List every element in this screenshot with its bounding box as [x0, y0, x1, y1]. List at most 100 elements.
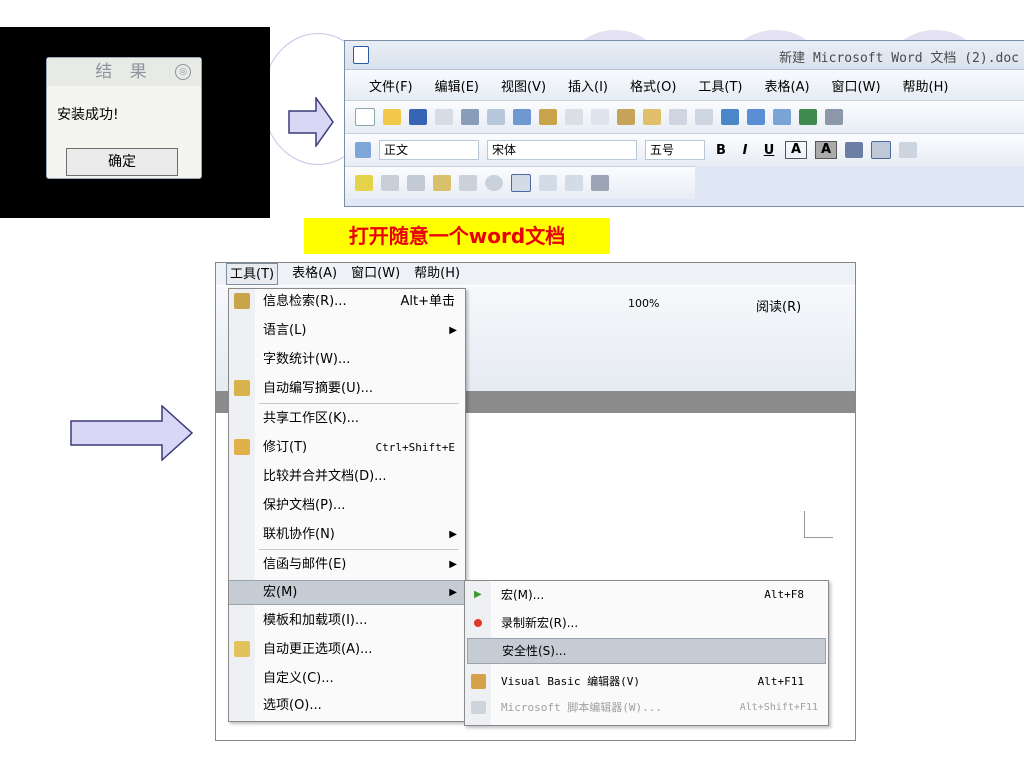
menu-item-customize[interactable]: 自定义(C)... [229, 666, 465, 691]
research-icon [234, 293, 250, 309]
research-icon[interactable] [539, 109, 557, 125]
menu-item-shared-workspace[interactable]: 共享工作区(K)... [229, 406, 465, 431]
align-right-icon[interactable] [565, 175, 583, 191]
insert-table-icon[interactable] [773, 109, 791, 125]
close-icon[interactable]: ◎ [175, 64, 191, 80]
italic-button[interactable]: I [737, 143, 753, 158]
columns-icon[interactable] [825, 109, 843, 125]
enclosed-char-icon[interactable] [381, 175, 399, 191]
menu-item-label: 宏(M)... [501, 588, 545, 602]
menu-item-label: 保护文档(P)... [263, 498, 346, 513]
char-shading-button[interactable]: A [815, 141, 837, 159]
highlight-icon[interactable] [355, 175, 373, 191]
menu-help[interactable]: 帮助(H) [414, 263, 460, 285]
circle-char-icon[interactable] [485, 175, 503, 191]
strikethrough-icon[interactable] [407, 175, 425, 191]
align-justify-icon[interactable] [871, 141, 891, 159]
page-corner-mark [804, 511, 833, 538]
menu-edit[interactable]: 编辑(E) [435, 76, 479, 95]
submenu-arrow-icon: ▶ [449, 559, 457, 570]
ok-button[interactable]: 确定 [66, 148, 178, 176]
menu-item-track-changes[interactable]: 修订(T) Ctrl+Shift+E [229, 435, 465, 460]
menu-item-label: 自动更正选项(A)... [263, 642, 373, 657]
print-icon[interactable] [461, 109, 479, 125]
submenu-item-security[interactable]: 安全性(S)... [467, 638, 826, 664]
submenu-item-macros[interactable]: ▶ 宏(M)... Alt+F8 [465, 582, 828, 608]
menu-window[interactable]: 窗口(W) [832, 76, 881, 95]
char-scaling-icon[interactable] [845, 142, 863, 158]
save-icon[interactable] [409, 109, 427, 125]
columns-icon[interactable] [591, 175, 609, 191]
menu-item-autosummarize[interactable]: 自动编写摘要(U)... [229, 376, 465, 401]
menu-item-language[interactable]: 语言(L) ▶ [229, 318, 465, 343]
menu-item-letters-mailings[interactable]: 信函与邮件(E) ▶ [229, 552, 465, 577]
menu-item-label: 共享工作区(K)... [263, 411, 360, 426]
menu-item-autocorrect[interactable]: 自动更正选项(A)... [229, 637, 465, 662]
redo-icon[interactable] [695, 109, 713, 125]
menu-window[interactable]: 窗口(W) [351, 263, 400, 285]
menu-item-macro[interactable]: 宏(M) ▶ [229, 580, 465, 605]
menu-item-label: Microsoft 脚本编辑器(W)... [501, 701, 662, 714]
permission-icon[interactable] [435, 109, 453, 125]
menu-item-label: 修订(T) [263, 440, 308, 455]
right-arrow-icon [288, 97, 334, 147]
menu-item-research[interactable]: 信息检索(R)... Alt+单击 [229, 289, 465, 314]
align-left-icon[interactable] [539, 175, 557, 191]
menu-tools[interactable]: 工具(T) [698, 76, 742, 95]
menu-item-options[interactable]: 选项(O)... [229, 693, 465, 718]
styles-icon[interactable] [355, 142, 371, 158]
submenu-item-record-macro[interactable]: 录制新宏(R)... [465, 610, 828, 636]
combine-chars-icon[interactable] [459, 175, 477, 191]
menu-item-label: 字数统计(W)... [263, 352, 351, 367]
menu-table[interactable]: 表格(A) [292, 263, 337, 285]
menu-item-shortcut: Alt+F11 [757, 675, 804, 688]
read-button[interactable]: 阅读(R) [756, 296, 801, 315]
phonetic-guide-icon[interactable] [433, 175, 451, 191]
menu-item-compare-merge[interactable]: 比较并合并文档(D)... [229, 464, 465, 489]
format-painter-icon[interactable] [643, 109, 661, 125]
font-select[interactable]: 宋体 [487, 140, 637, 160]
paste-icon[interactable] [617, 109, 635, 125]
menu-file[interactable]: 文件(F) [369, 76, 413, 95]
style-select[interactable]: 正文 [379, 140, 479, 160]
menu-help[interactable]: 帮助(H) [903, 76, 949, 95]
menu-insert[interactable]: 插入(I) [568, 76, 608, 95]
macro-submenu: ▶ 宏(M)... Alt+F8 录制新宏(R)... 安全性(S)... Vi… [464, 580, 829, 726]
play-icon: ▶ [474, 589, 482, 600]
align-center-icon[interactable] [899, 142, 917, 158]
submenu-item-vb-editor[interactable]: Visual Basic 编辑器(V) Alt+F11 [465, 669, 828, 695]
dialog-panel: 结 果 ◎ 安装成功! 确定 [46, 57, 202, 179]
dialog-title: 结 果 ◎ [47, 58, 201, 86]
char-border-button[interactable]: A [785, 141, 807, 159]
menu-item-templates-addins[interactable]: 模板和加载项(I)... [229, 608, 465, 633]
bold-button[interactable]: B [713, 143, 729, 158]
menu-item-word-count[interactable]: 字数统计(W)... [229, 347, 465, 372]
tables-borders-icon[interactable] [747, 109, 765, 125]
menu-table[interactable]: 表格(A) [765, 76, 810, 95]
hyperlink-icon[interactable] [721, 109, 739, 125]
open-folder-icon[interactable] [383, 109, 401, 125]
spelling-icon[interactable] [513, 109, 531, 125]
undo-icon[interactable] [669, 109, 687, 125]
copy-icon[interactable] [591, 109, 609, 125]
menu-view[interactable]: 视图(V) [501, 76, 546, 95]
menu-item-online-collaboration[interactable]: 联机协作(N) ▶ [229, 522, 465, 547]
zoom-value[interactable]: 100% [628, 297, 659, 310]
size-select[interactable]: 五号 [645, 140, 705, 160]
print-preview-icon[interactable] [487, 109, 505, 125]
align-distributed-icon[interactable] [511, 174, 531, 192]
submenu-arrow-icon: ▶ [449, 587, 457, 598]
script-editor-icon [471, 701, 486, 714]
menu-item-label: 模板和加载项(I)... [263, 613, 368, 628]
menu-tools[interactable]: 工具(T) [226, 263, 279, 285]
menu-item-label: 宏(M) [263, 585, 298, 600]
menu-bar: 文件(F) 编辑(E) 视图(V) 插入(I) 格式(O) 工具(T) 表格(A… [345, 70, 1024, 100]
menu-item-label: 选项(O)... [263, 698, 322, 713]
menu-separator [259, 549, 459, 550]
cut-icon[interactable] [565, 109, 583, 125]
menu-item-protect-document[interactable]: 保护文档(P)... [229, 493, 465, 518]
menu-format[interactable]: 格式(O) [630, 76, 676, 95]
insert-excel-icon[interactable] [799, 109, 817, 125]
new-document-icon[interactable] [355, 108, 375, 126]
underline-button[interactable]: U [761, 143, 777, 158]
